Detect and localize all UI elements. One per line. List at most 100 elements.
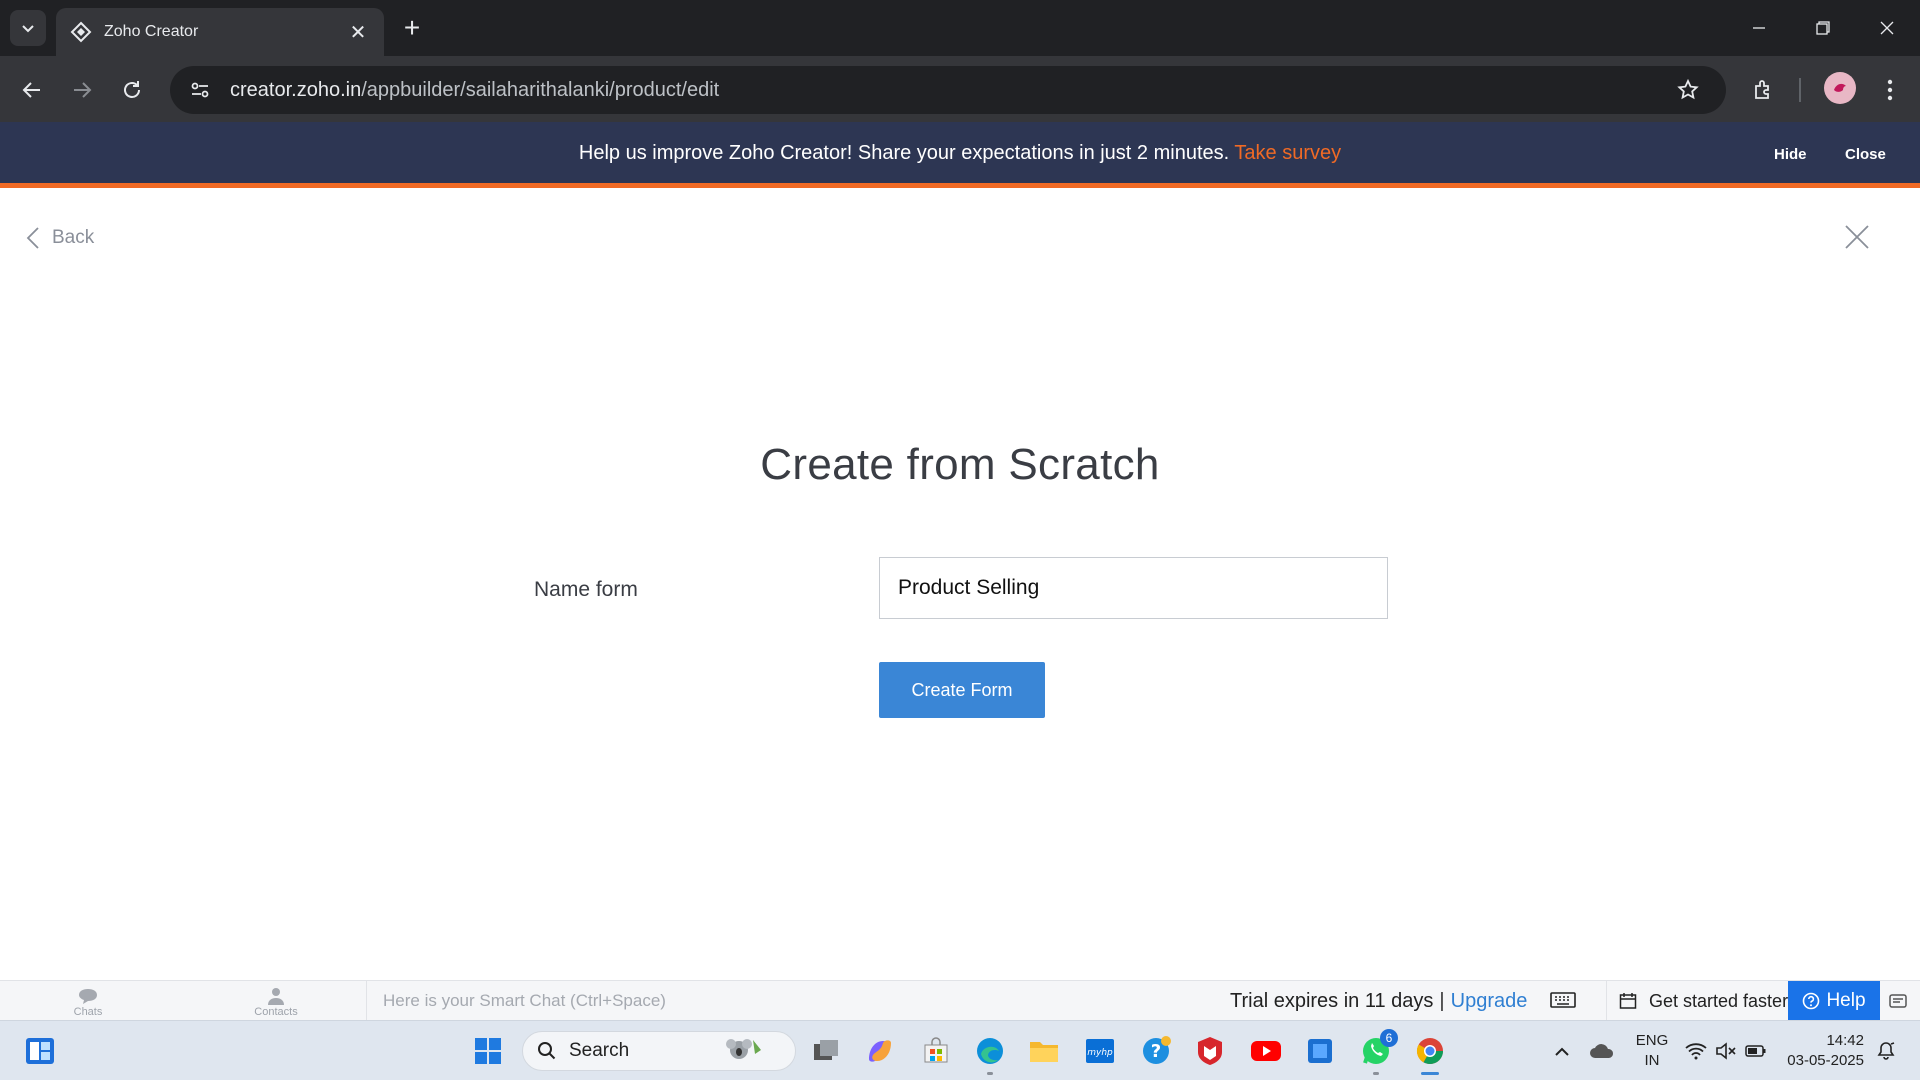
- banner-text: Help us improve Zoho Creator! Share your…: [0, 142, 1920, 165]
- trial-text: Trial expires in 11 days: [1230, 990, 1434, 1012]
- tab-title: Zoho Creator: [104, 23, 199, 40]
- help-app-icon: ?: [1143, 1036, 1171, 1064]
- chrome-menu-button[interactable]: [1872, 72, 1908, 108]
- name-form-label: Name form: [534, 578, 638, 601]
- widgets-button[interactable]: [22, 1033, 58, 1069]
- forward-nav-button[interactable]: [64, 72, 100, 108]
- close-icon: [1845, 225, 1869, 249]
- battery-button[interactable]: [1738, 1033, 1774, 1069]
- announcements-button[interactable]: [1888, 991, 1908, 1016]
- profile-avatar[interactable]: [1824, 72, 1856, 104]
- widgets-icon: [26, 1038, 54, 1064]
- file-explorer-button[interactable]: [1026, 1033, 1062, 1069]
- banner-close-button[interactable]: Close: [1845, 146, 1886, 163]
- language-indicator[interactable]: ENG IN: [1632, 1031, 1672, 1071]
- whatsapp-badge: 6: [1380, 1029, 1398, 1047]
- folder-icon: [1030, 1042, 1058, 1062]
- new-tab-button[interactable]: +: [396, 12, 428, 44]
- contacts-button[interactable]: Contacts: [236, 987, 316, 1018]
- copilot-button[interactable]: [862, 1033, 898, 1069]
- lang-line1: ENG: [1635, 1032, 1669, 1049]
- create-form-button[interactable]: Create Form: [879, 662, 1045, 718]
- search-label: Search: [569, 1040, 630, 1061]
- form-name-input[interactable]: [879, 557, 1388, 619]
- puzzle-icon: [1755, 80, 1769, 99]
- blue-app-button[interactable]: [1302, 1033, 1338, 1069]
- chat-bubble-icon: [79, 989, 97, 1004]
- task-view-button[interactable]: [808, 1033, 844, 1069]
- window-close-button[interactable]: [1862, 10, 1912, 46]
- tab-search-button[interactable]: [10, 10, 46, 46]
- trial-notice: Trial expires in 11 days | Upgrade: [1230, 981, 1527, 1021]
- bookmark-star-button[interactable]: [1676, 78, 1712, 107]
- url-path: /appbuilder/sailaharithalanki/product/ed…: [361, 78, 720, 101]
- chats-label: Chats: [73, 1006, 103, 1018]
- chevron-left-icon: [26, 227, 39, 249]
- banner-hide-button[interactable]: Hide: [1774, 146, 1807, 163]
- notifications-button[interactable]: [1868, 1033, 1904, 1069]
- minimize-icon: [1753, 27, 1765, 29]
- extensions-button[interactable]: [1746, 72, 1782, 108]
- cloud-icon: [1590, 1044, 1614, 1058]
- running-indicator: [1373, 1072, 1379, 1075]
- more-vert-icon: [1887, 79, 1893, 101]
- reload-icon: [124, 81, 140, 98]
- whatsapp-button[interactable]: 6: [1358, 1029, 1398, 1075]
- mcafee-shield-icon: [1198, 1037, 1222, 1065]
- mcafee-button[interactable]: [1192, 1033, 1228, 1069]
- notification-bell-icon: [1877, 1042, 1895, 1060]
- tune-icon: [191, 82, 209, 98]
- minimize-button[interactable]: [1734, 10, 1784, 46]
- edge-icon: [977, 1038, 1003, 1064]
- svg-text:?: ?: [1151, 1041, 1161, 1062]
- banner-message: Help us improve Zoho Creator! Share your…: [578, 142, 1230, 164]
- restore-button[interactable]: [1798, 10, 1848, 46]
- browser-toolbar: creator.zoho.in/appbuilder/sailaharithal…: [0, 56, 1920, 122]
- page-close-button[interactable]: [1844, 224, 1870, 255]
- youtube-button[interactable]: [1248, 1033, 1284, 1069]
- tab-close-icon[interactable]: ✕: [346, 20, 370, 45]
- chats-button[interactable]: Chats: [48, 987, 128, 1018]
- get-help-button[interactable]: ?: [1138, 1033, 1174, 1069]
- start-button[interactable]: [470, 1033, 506, 1069]
- chevron-up-icon: [1555, 1047, 1569, 1056]
- back-link[interactable]: Back: [26, 226, 94, 250]
- page-title: Create from Scratch: [760, 440, 1160, 489]
- keyboard-shortcuts-button[interactable]: [1550, 991, 1576, 1014]
- help-circle-icon: [1803, 992, 1820, 1010]
- upgrade-link[interactable]: Upgrade: [1451, 990, 1528, 1012]
- tab-zoho-creator[interactable]: Zoho Creator ✕: [56, 8, 384, 56]
- microsoft-store-button[interactable]: [918, 1033, 954, 1069]
- address-bar[interactable]: creator.zoho.in/appbuilder/sailaharithal…: [170, 66, 1726, 114]
- smart-chat-input[interactable]: Here is your Smart Chat (Ctrl+Space): [366, 981, 1226, 1021]
- myhp-button[interactable]: myhp: [1082, 1033, 1118, 1069]
- get-started-button[interactable]: Get started faster!: [1606, 981, 1793, 1021]
- search-icon: [538, 1042, 556, 1060]
- help-button[interactable]: Help: [1788, 981, 1880, 1021]
- active-indicator: [1421, 1072, 1439, 1075]
- get-started-label: Get started faster!: [1649, 990, 1794, 1011]
- onedrive-button[interactable]: [1584, 1033, 1620, 1069]
- back-nav-button[interactable]: [14, 72, 50, 108]
- reload-button[interactable]: [114, 72, 150, 108]
- arrow-right-icon: [74, 82, 92, 98]
- youtube-icon: [1251, 1041, 1281, 1061]
- star-icon: [1677, 78, 1699, 100]
- zoho-creator-favicon-icon: [70, 21, 92, 43]
- url-host: creator.zoho.in: [230, 78, 362, 101]
- browser-tab-strip: Zoho Creator ✕ +: [0, 0, 1920, 56]
- arrow-left-icon: [22, 82, 40, 98]
- system-clock[interactable]: 14:42 03-05-2025: [1780, 1031, 1864, 1071]
- chrome-button[interactable]: [1412, 1033, 1448, 1075]
- clock-date: 03-05-2025: [1787, 1052, 1864, 1069]
- survey-banner: Help us improve Zoho Creator! Share your…: [0, 122, 1920, 188]
- take-survey-link[interactable]: Take survey: [1234, 142, 1341, 164]
- zoho-bottom-bar: Chats Contacts Here is your Smart Chat (…: [0, 980, 1920, 1021]
- site-info-button[interactable]: [186, 76, 214, 104]
- show-hidden-icons-button[interactable]: [1544, 1033, 1580, 1069]
- taskbar-search[interactable]: Search: [522, 1031, 796, 1071]
- lang-line2: IN: [1644, 1052, 1660, 1069]
- koala-decoration-icon: [726, 1039, 761, 1059]
- running-indicator: [987, 1072, 993, 1075]
- edge-button[interactable]: [972, 1033, 1008, 1075]
